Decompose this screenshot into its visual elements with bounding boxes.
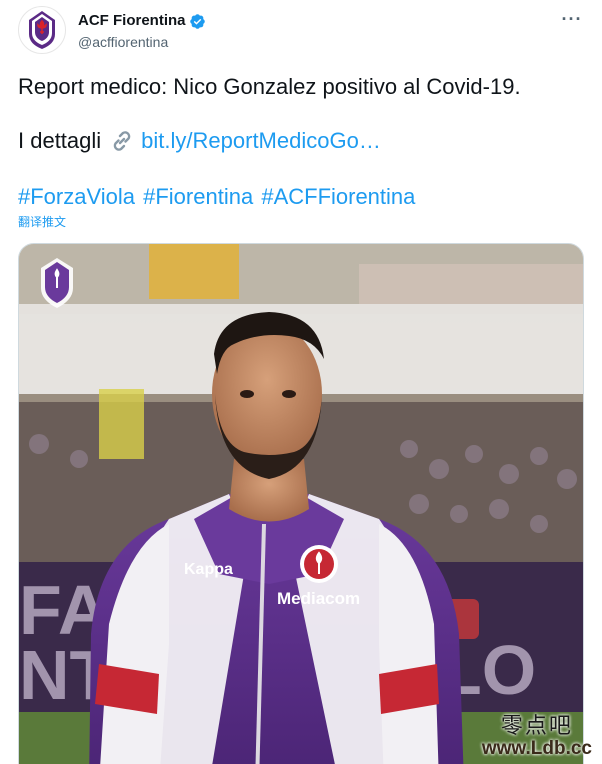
tweet-card[interactable]: ACF Fiorentina @acffiorentina ··· Report… <box>0 0 602 764</box>
verified-badge-icon <box>189 13 205 29</box>
player-photo: FA NT LO Kappa Mediacom <box>19 244 583 764</box>
hashtag-fiorentina[interactable]: #Fiorentina <box>143 184 253 209</box>
site-watermark: 零点吧 www.Ldb.cc <box>482 708 592 760</box>
watermark-url: www.Ldb.cc <box>481 738 592 759</box>
watermark-chars: 零点吧 <box>500 714 573 739</box>
hashtag-forzaviola[interactable]: #ForzaViola <box>18 184 135 209</box>
short-link[interactable]: bit.ly/ReportMedicoGo… <box>141 127 381 155</box>
translate-tweet-link[interactable]: 翻译推文 <box>18 214 66 230</box>
details-label: I dettagli <box>18 128 102 153</box>
author-display-name[interactable]: ACF Fiorentina <box>78 12 206 30</box>
sponsor-text: Mediacom <box>277 589 360 608</box>
fiorentina-crest-icon <box>29 11 55 49</box>
more-options-icon[interactable]: ··· <box>560 10 584 32</box>
tweet-header: ACF Fiorentina @acffiorentina ··· <box>18 6 584 56</box>
tweet-text-line1: Report medico: Nico Gonzalez positivo al… <box>18 74 521 99</box>
author-name-text[interactable]: ACF Fiorentina <box>78 12 186 30</box>
tweet-media-photo[interactable]: FA NT LO Kappa Mediacom <box>18 243 584 764</box>
author-handle[interactable]: @acffiorentina <box>78 33 206 51</box>
hashtag-acffiorentina[interactable]: #ACFFiorentina <box>261 184 415 209</box>
avatar[interactable] <box>18 6 66 54</box>
tweet-text-line2: I dettagli bit.ly/ReportMedicoGo… <box>18 127 584 155</box>
hashtag-row: #ForzaViola #Fiorentina #ACFFiorentina <box>18 183 584 211</box>
kappa-logo-text: Kappa <box>184 561 233 578</box>
link-icon <box>113 131 131 151</box>
